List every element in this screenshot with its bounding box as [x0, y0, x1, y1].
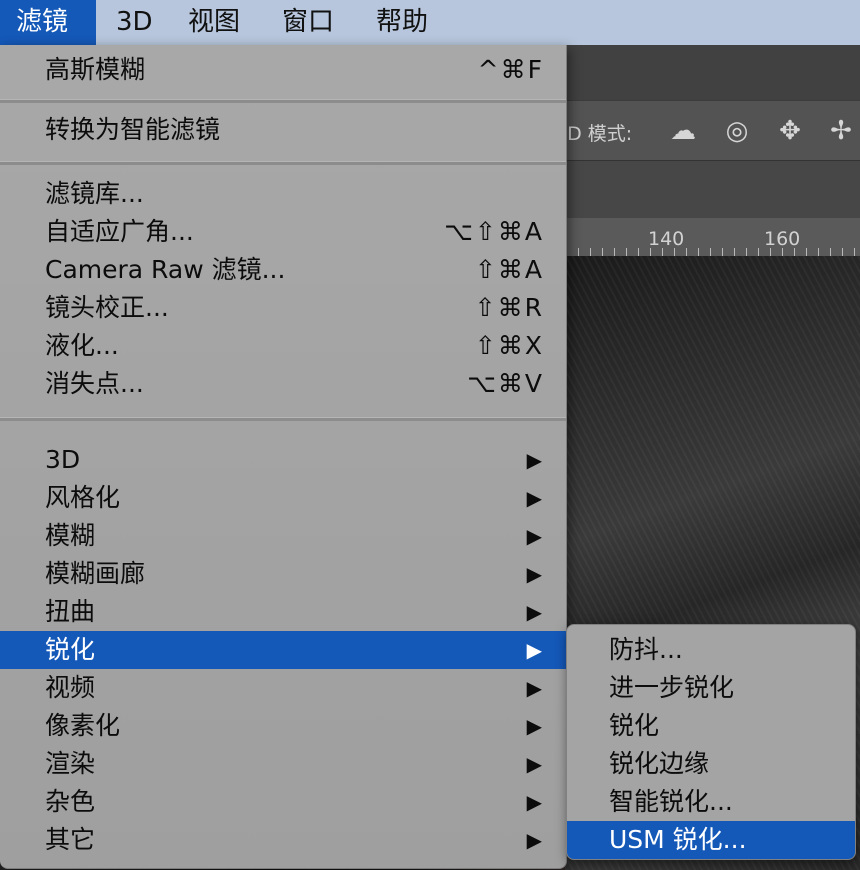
menu-item-gaussian-blur[interactable]: 高斯模糊 ^⌘F [0, 51, 566, 89]
submenu-item-unsharp-mask[interactable]: USM 锐化... [567, 821, 855, 859]
submenu-arrow-icon: ▶ [526, 676, 542, 700]
ruler-tick [734, 248, 735, 256]
menu-item-adaptive-wide-angle[interactable]: 自适应广角... ⌥⇧⌘A [0, 213, 566, 251]
submenu-arrow-icon: ▶ [526, 790, 542, 814]
ruler-tick [710, 248, 711, 256]
ruler-tick [758, 248, 759, 256]
submenu-arrow-icon: ▶ [526, 448, 542, 472]
menu-item-render[interactable]: 渲染 ▶ [0, 745, 566, 783]
ruler-tick [590, 248, 591, 256]
ruler-tick [782, 248, 783, 256]
shortcut: ⌥⇧⌘A [444, 217, 544, 246]
submenu-item-sharpen-more[interactable]: 进一步锐化 [567, 669, 855, 707]
pan-3d-icon[interactable]: ✥ [773, 115, 807, 147]
submenu-arrow-icon: ▶ [526, 638, 542, 662]
menu-item-convert-smart-filter[interactable]: 转换为智能滤镜 [0, 111, 566, 149]
ruler-tick [686, 248, 687, 256]
menu-item-pixelate[interactable]: 像素化 ▶ [0, 707, 566, 745]
orbit-3d-icon[interactable]: ☁ [666, 115, 700, 147]
ruler-tick [854, 248, 855, 256]
shortcut: ⇧⌘A [474, 255, 544, 284]
menu-separator [0, 417, 566, 421]
submenu-arrow-icon: ▶ [526, 714, 542, 738]
ruler-label-140: 140 [648, 228, 685, 250]
menu-3d[interactable]: 3D [100, 0, 169, 45]
menu-item-camera-raw[interactable]: Camera Raw 滤镜... ⇧⌘A [0, 251, 566, 289]
shortcut: ⇧⌘X [474, 331, 544, 360]
ruler-tick [698, 248, 699, 256]
ruler-tick [794, 248, 795, 256]
menu-item-blur-gallery[interactable]: 模糊画廊 ▶ [0, 555, 566, 593]
menu-filter[interactable]: 滤镜 [0, 0, 96, 45]
menu-bar: 滤镜 3D 视图 窗口 帮助 [0, 0, 860, 45]
ruler-tick [818, 248, 819, 256]
submenu-arrow-icon: ▶ [526, 828, 542, 852]
filter-menu: 高斯模糊 ^⌘F 转换为智能滤镜 滤镜库... 自适应广角... ⌥⇧⌘A Ca… [0, 45, 567, 869]
ruler-tick [806, 248, 807, 256]
submenu-arrow-icon: ▶ [526, 486, 542, 510]
ruler-tick [602, 248, 603, 256]
menu-item-vanishing-point[interactable]: 消失点... ⌥⌘V [0, 365, 566, 403]
ruler-tick [662, 248, 663, 256]
roll-3d-icon[interactable]: ◎ [720, 115, 754, 147]
submenu-arrow-icon: ▶ [526, 524, 542, 548]
slide-3d-icon[interactable]: ✢ [824, 115, 858, 147]
menu-item-sharpen[interactable]: 锐化 ▶ [0, 631, 566, 669]
menu-item-filter-gallery[interactable]: 滤镜库... [0, 175, 566, 213]
submenu-item-sharpen-edges[interactable]: 锐化边缘 [567, 745, 855, 783]
ruler-tick [746, 248, 747, 256]
submenu-arrow-icon: ▶ [526, 600, 542, 624]
ruler-tick [830, 248, 831, 256]
ruler-label-160: 160 [764, 228, 801, 250]
shortcut: ^⌘F [477, 55, 544, 84]
submenu-arrow-icon: ▶ [526, 562, 542, 586]
sharpen-submenu: 防抖... 进一步锐化 锐化 锐化边缘 智能锐化... USM 锐化... [566, 624, 856, 860]
menu-item-distort[interactable]: 扭曲 ▶ [0, 593, 566, 631]
menu-window[interactable]: 窗口 [266, 0, 350, 45]
ruler-tick [674, 248, 675, 256]
menu-item-liquify[interactable]: 液化... ⇧⌘X [0, 327, 566, 365]
menu-item-video[interactable]: 视频 ▶ [0, 669, 566, 707]
menu-separator [0, 161, 566, 165]
shortcut: ⇧⌘R [474, 293, 544, 322]
menu-item-other[interactable]: 其它 ▶ [0, 821, 566, 859]
menu-view[interactable]: 视图 [172, 0, 256, 45]
menu-item-lens-correction[interactable]: 镜头校正... ⇧⌘R [0, 289, 566, 327]
ruler-tick [722, 248, 723, 256]
menu-separator [0, 99, 566, 103]
shortcut: ⌥⌘V [467, 369, 544, 398]
ruler-tick [650, 248, 651, 256]
submenu-arrow-icon: ▶ [526, 752, 542, 776]
ruler-tick [626, 248, 627, 256]
menu-item-3d[interactable]: 3D ▶ [0, 441, 566, 479]
ruler-tick [842, 248, 843, 256]
menu-item-noise[interactable]: 杂色 ▶ [0, 783, 566, 821]
ruler-tick [770, 248, 771, 256]
submenu-item-sharpen[interactable]: 锐化 [567, 707, 855, 745]
menu-help[interactable]: 帮助 [360, 0, 444, 45]
menu-item-blur[interactable]: 模糊 ▶ [0, 517, 566, 555]
submenu-item-smart-sharpen[interactable]: 智能锐化... [567, 783, 855, 821]
submenu-item-shake-reduction[interactable]: 防抖... [567, 631, 855, 669]
menu-item-stylize[interactable]: 风格化 ▶ [0, 479, 566, 517]
ruler-tick [578, 248, 579, 256]
ruler-tick [638, 248, 639, 256]
ruler-tick [614, 248, 615, 256]
